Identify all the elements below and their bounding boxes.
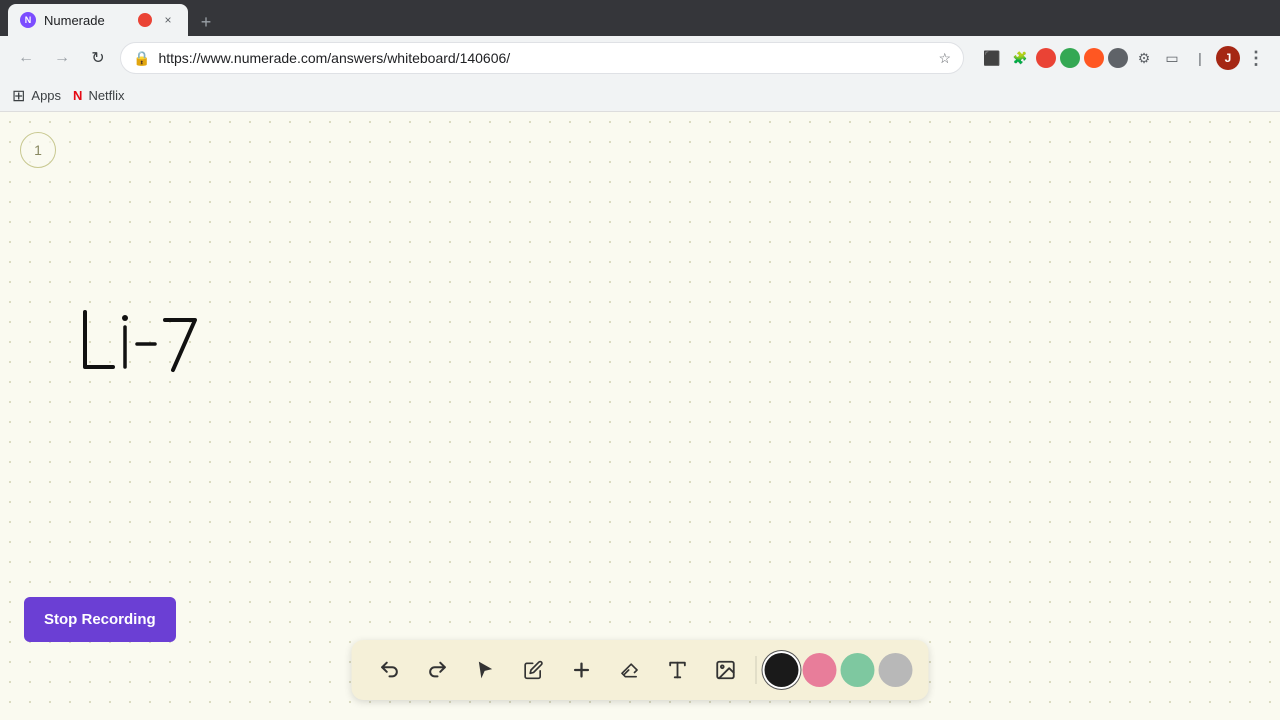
page-number: 1 <box>34 142 42 158</box>
tablet-icon[interactable]: ▭ <box>1160 46 1184 70</box>
ext4[interactable] <box>1108 48 1128 68</box>
pencil-icon <box>524 660 544 680</box>
ext3[interactable] <box>1084 48 1104 68</box>
url-text: https://www.numerade.com/answers/whitebo… <box>158 50 930 66</box>
lock-icon: 🔒 <box>133 50 150 67</box>
color-green-button[interactable] <box>841 653 875 687</box>
extensions-icon[interactable]: 🧩 <box>1008 46 1032 70</box>
active-tab[interactable]: N Numerade × <box>8 4 188 36</box>
bookmark-apps-label: Apps <box>31 88 61 103</box>
tab-bar: N Numerade × + <box>0 0 1280 36</box>
profile-divider: | <box>1188 46 1212 70</box>
bookmark-netflix-label: Netflix <box>88 88 124 103</box>
address-bar[interactable]: 🔒 https://www.numerade.com/answers/white… <box>120 42 964 74</box>
bookmarks-bar: ⊞ Apps N Netflix <box>0 80 1280 112</box>
eraser-button[interactable] <box>608 648 652 692</box>
undo-button[interactable] <box>368 648 412 692</box>
tab-close-button[interactable]: × <box>160 12 176 28</box>
redo-icon <box>427 659 449 681</box>
add-button[interactable] <box>560 648 604 692</box>
undo-icon <box>379 659 401 681</box>
image-icon <box>715 659 737 681</box>
color-gray-button[interactable] <box>879 653 913 687</box>
pencil-button[interactable] <box>512 648 556 692</box>
page-indicator: 1 <box>20 132 56 168</box>
new-tab-button[interactable]: + <box>192 8 220 36</box>
nav-bar: ← → ↻ 🔒 https://www.numerade.com/answers… <box>0 36 1280 80</box>
math-content <box>75 302 215 397</box>
tab-recording-indicator <box>138 13 152 27</box>
bookmark-apps[interactable]: ⊞ Apps <box>12 86 61 106</box>
select-button[interactable] <box>464 648 508 692</box>
whiteboard[interactable]: 1 Stop Recording <box>0 112 1280 720</box>
color-black-button[interactable] <box>765 653 799 687</box>
star-icon[interactable]: ☆ <box>938 50 951 67</box>
cursor-icon <box>476 660 496 680</box>
refresh-button[interactable]: ↻ <box>84 44 112 72</box>
menu-button[interactable]: ⋮ <box>1244 46 1268 70</box>
cast-icon[interactable]: ⬛ <box>980 46 1004 70</box>
ext1[interactable] <box>1036 48 1056 68</box>
drawing-toolbar <box>352 640 929 700</box>
plus-icon <box>571 659 593 681</box>
back-button[interactable]: ← <box>12 44 40 72</box>
forward-button[interactable]: → <box>48 44 76 72</box>
ext2[interactable] <box>1060 48 1080 68</box>
tab-title: Numerade <box>44 13 130 28</box>
text-button[interactable] <box>656 648 700 692</box>
profile-button[interactable]: J <box>1216 46 1240 70</box>
image-button[interactable] <box>704 648 748 692</box>
stop-recording-button[interactable]: Stop Recording <box>24 597 176 642</box>
redo-button[interactable] <box>416 648 460 692</box>
bookmark-netflix[interactable]: N Netflix <box>73 88 125 103</box>
color-pink-button[interactable] <box>803 653 837 687</box>
netflix-icon: N <box>73 88 82 103</box>
toolbar-divider <box>756 656 757 684</box>
settings-icon[interactable]: ⚙ <box>1132 46 1156 70</box>
apps-grid-icon: ⊞ <box>12 86 25 106</box>
text-icon <box>667 659 689 681</box>
eraser-icon <box>620 660 640 680</box>
browser-frame: N Numerade × + ← → ↻ 🔒 https://www.numer… <box>0 0 1280 720</box>
math-drawing <box>75 302 215 392</box>
tab-favicon: N <box>20 12 36 28</box>
nav-right-icons: ⬛ 🧩 ⚙ ▭ | J ⋮ <box>980 46 1268 70</box>
